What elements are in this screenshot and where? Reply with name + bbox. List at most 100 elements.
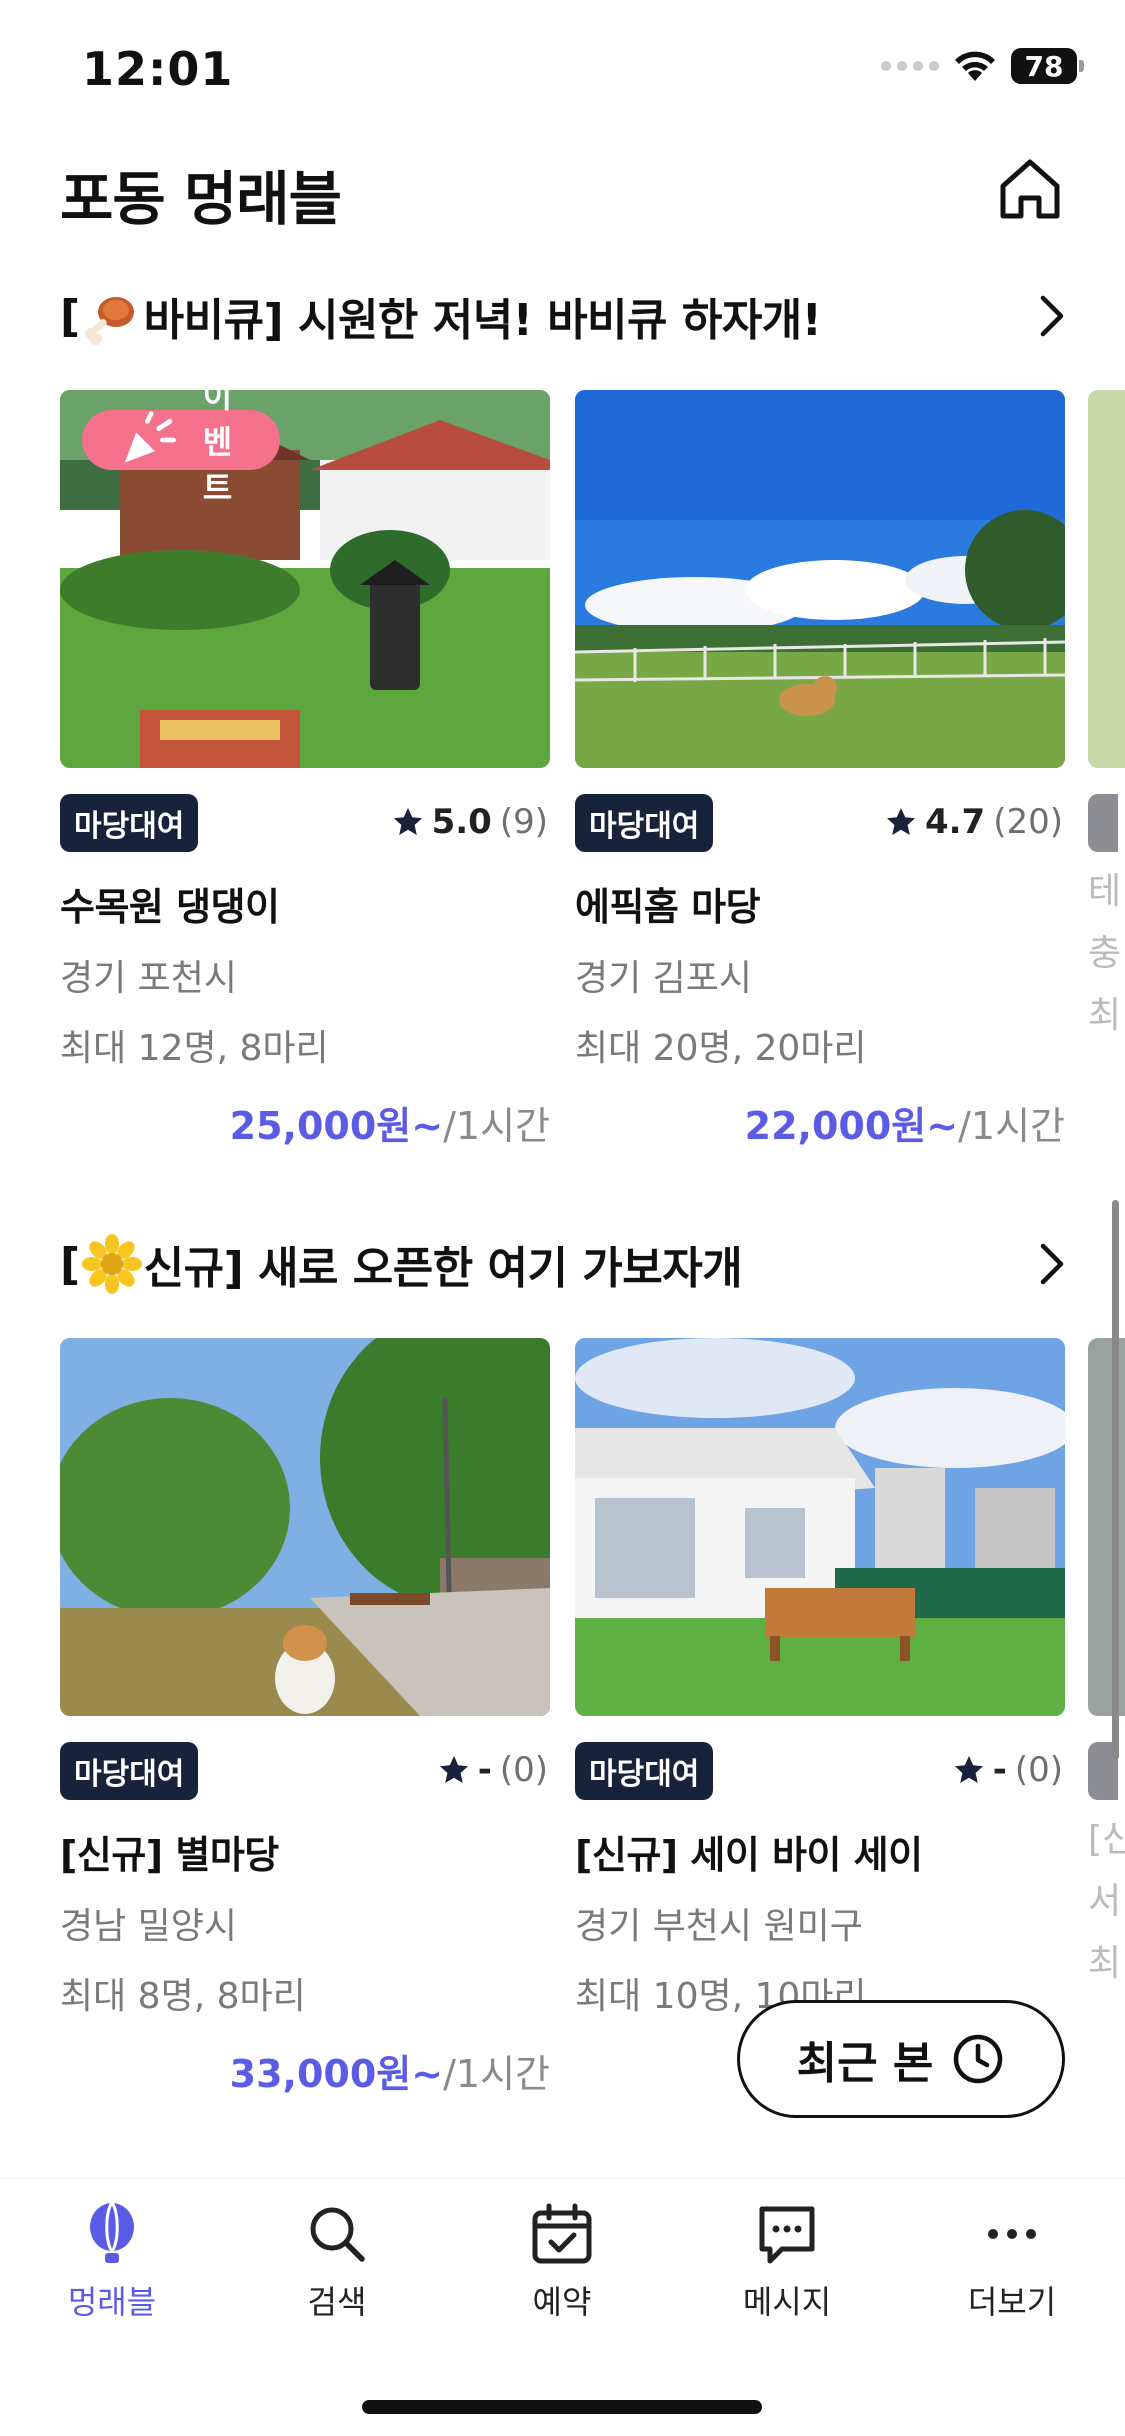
rating-score: 5.0 bbox=[431, 802, 492, 842]
status-bar: 12:01 78 bbox=[0, 0, 1125, 140]
nav-label: 더보기 bbox=[967, 2283, 1057, 2321]
venue-photo bbox=[1088, 390, 1125, 768]
section-title: [ 신규] 새로 오픈한 여기 가보자개 bbox=[60, 1232, 743, 1296]
review-count: (9) bbox=[499, 802, 548, 842]
status-time: 12:01 bbox=[82, 42, 234, 96]
venue-name: 수목원 댕댕이 bbox=[60, 885, 280, 929]
venue-name: [신규] 세이 바이 세이 bbox=[575, 1833, 923, 1877]
nav-label: 메시지 bbox=[742, 2283, 832, 2321]
category-tag: 마당대여 bbox=[60, 794, 199, 852]
venue-photo: 이벤트 bbox=[60, 390, 550, 768]
price-amount: 25,000원~ bbox=[229, 1104, 444, 1148]
venue-location: 경기 김포시 bbox=[575, 958, 753, 999]
rating-score: 4.7 bbox=[924, 802, 986, 842]
recently-viewed-button[interactable]: 최근 본 bbox=[737, 2000, 1065, 2118]
venue-price: 33,000원~/1시간 bbox=[60, 2043, 550, 2098]
section-bbq: [ 바비큐] 시원한 저녁! 바비큐 하자개! 이벤트 마당대여 5.0 (9)… bbox=[0, 270, 1125, 1148]
price-unit: /1시간 bbox=[443, 2052, 550, 2096]
venue-name: 에픽홈 마당 bbox=[575, 885, 761, 929]
nav-item-messages[interactable]: 메시지 bbox=[687, 2201, 887, 2323]
nav-item-search[interactable]: 검색 bbox=[237, 2201, 437, 2323]
price-unit: /1시간 bbox=[443, 1104, 550, 1148]
party-popper-icon bbox=[124, 411, 176, 463]
search-icon bbox=[310, 2207, 365, 2262]
bottom-navigation: 멍래블 검색 예약 메시지 더보기 bbox=[0, 2178, 1125, 2436]
app-header: 포동 멍래블 bbox=[0, 140, 1125, 260]
cellular-signal-icon bbox=[881, 61, 939, 71]
page-title: 포동 멍래블 bbox=[60, 165, 342, 233]
wifi-icon bbox=[955, 51, 995, 81]
rating: - (0) bbox=[438, 1750, 548, 1790]
home-icon[interactable] bbox=[995, 154, 1065, 224]
venue-card[interactable]: 마당대여 - (0) [신규] 세이 바이 세이 경기 부천시 원미구 최대 1… bbox=[575, 1338, 1065, 2019]
nav-item-reservations[interactable]: 예약 bbox=[462, 2201, 662, 2323]
price-unit: /1시간 bbox=[958, 1104, 1065, 1148]
category-tag bbox=[1088, 794, 1118, 852]
venue-price: 22,000원~/1시간 bbox=[575, 1095, 1065, 1150]
nav-label: 멍래블 bbox=[67, 2283, 157, 2321]
venue-card-peek[interactable]: [신 서 최 bbox=[1088, 1338, 1125, 1986]
chevron-right-icon[interactable] bbox=[1027, 1236, 1077, 1292]
section-new: [ 신규] 새로 오픈한 여기 가보자개 마당대여 - (0) [신규] 별마당… bbox=[0, 1218, 1125, 2096]
venue-name: [신규] 별마당 bbox=[60, 1833, 279, 1877]
meat-on-bone-icon bbox=[84, 297, 134, 345]
nav-label: 예약 bbox=[532, 2283, 592, 2321]
chevron-right-icon[interactable] bbox=[1027, 288, 1077, 344]
venue-location: 충 bbox=[1088, 933, 1122, 974]
venue-capacity: 최 bbox=[1088, 1943, 1122, 1984]
category-tag: 마당대여 bbox=[60, 1742, 199, 1800]
venue-photo bbox=[575, 390, 1065, 768]
nav-label: 검색 bbox=[307, 2283, 367, 2321]
venue-card-peek[interactable]: 테 충 최 bbox=[1088, 390, 1125, 1038]
home-indicator bbox=[362, 2400, 762, 2414]
message-icon bbox=[759, 2206, 815, 2264]
venue-card[interactable]: 마당대여 - (0) [신규] 별마당 경남 밀양시 최대 8명, 8마리 33… bbox=[60, 1338, 550, 2098]
star-icon bbox=[393, 808, 422, 835]
status-icons: 78 bbox=[881, 48, 1084, 84]
venue-card[interactable]: 이벤트 마당대여 5.0 (9) 수목원 댕댕이 경기 포천시 최대 12명, … bbox=[60, 390, 550, 1150]
rating: - (0) bbox=[953, 1750, 1063, 1790]
venue-location: 서 bbox=[1088, 1881, 1122, 1922]
rating-score: - bbox=[477, 1750, 492, 1790]
category-tag: 마당대여 bbox=[575, 794, 714, 852]
star-icon bbox=[886, 808, 915, 835]
venue-card[interactable]: 마당대여 4.7 (20) 에픽홈 마당 경기 김포시 최대 20명, 20마리… bbox=[575, 390, 1065, 1150]
section-title: [ 바비큐] 시원한 저녁! 바비큐 하자개! bbox=[60, 284, 822, 348]
venue-photo bbox=[575, 1338, 1065, 1716]
scrollbar[interactable] bbox=[1112, 1200, 1119, 1760]
venue-capacity: 최대 20명, 20마리 bbox=[575, 1028, 867, 1069]
venue-name: [신 bbox=[1088, 1819, 1125, 1860]
rating: 4.7 (20) bbox=[885, 802, 1063, 842]
venue-location: 경기 포천시 bbox=[60, 958, 238, 999]
event-badge: 이벤트 bbox=[82, 390, 281, 507]
venue-location: 경남 밀양시 bbox=[60, 1906, 238, 1947]
battery-indicator: 78 bbox=[1011, 48, 1084, 84]
sunflower-icon bbox=[81, 1234, 142, 1294]
review-count: (0) bbox=[499, 1750, 548, 1790]
category-tag: 마당대여 bbox=[575, 1742, 714, 1800]
venue-photo bbox=[60, 1338, 550, 1716]
venue-price: 25,000원~/1시간 bbox=[60, 1095, 550, 1150]
calendar-check-icon bbox=[532, 2203, 592, 2264]
clock-icon bbox=[954, 2034, 1003, 2084]
balloon-icon bbox=[90, 2202, 134, 2263]
venue-location: 경기 부천시 원미구 bbox=[575, 1906, 863, 1947]
section-header[interactable]: [ 바비큐] 시원한 저녁! 바비큐 하자개! bbox=[0, 270, 1125, 360]
nav-item-more[interactable]: 더보기 bbox=[912, 2201, 1112, 2323]
star-icon bbox=[439, 1756, 468, 1783]
star-icon bbox=[954, 1756, 983, 1783]
venue-name: 테 bbox=[1088, 871, 1122, 912]
venue-capacity: 최 bbox=[1088, 995, 1122, 1036]
more-icon bbox=[988, 2229, 1036, 2239]
venue-capacity: 최대 12명, 8마리 bbox=[60, 1028, 329, 1069]
price-amount: 22,000원~ bbox=[744, 1104, 959, 1148]
review-count: (20) bbox=[993, 802, 1063, 842]
venue-photo bbox=[1088, 1338, 1125, 1716]
nav-item-home[interactable]: 멍래블 bbox=[12, 2201, 212, 2323]
venue-capacity: 최대 8명, 8마리 bbox=[60, 1976, 306, 2017]
rating-score: - bbox=[992, 1750, 1007, 1790]
price-amount: 33,000원~ bbox=[229, 2052, 444, 2096]
review-count: (0) bbox=[1014, 1750, 1063, 1790]
rating: 5.0 (9) bbox=[392, 802, 548, 842]
section-header[interactable]: [ 신규] 새로 오픈한 여기 가보자개 bbox=[0, 1218, 1125, 1308]
